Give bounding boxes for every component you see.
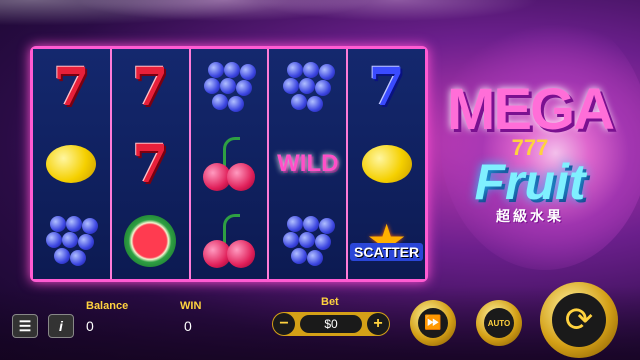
grapes-symbol: [279, 58, 337, 116]
reel-cell: WILD: [269, 126, 346, 203]
spin-arrows-icon: ⟳: [552, 293, 606, 347]
reel-cell: 7: [112, 126, 189, 203]
reel-cell: 7: [33, 49, 110, 126]
reel-cell: [269, 49, 346, 126]
logo-fruit: Fruit: [474, 154, 586, 210]
spin-button[interactable]: ⟳: [540, 282, 618, 358]
red-seven-symbol: 7: [132, 133, 169, 195]
balance-label: Balance: [86, 300, 129, 312]
bet-decrease-button[interactable]: −: [273, 313, 295, 335]
reel-grid: 7 7 7 WILD 7 ★ SCATTER: [30, 46, 428, 282]
win-value: 0: [184, 318, 192, 334]
auto-label: AUTO: [487, 318, 511, 328]
bet-value: $0: [300, 315, 362, 333]
reel-cell: [191, 202, 268, 279]
grapes-symbol: [200, 58, 258, 116]
reel-cell: 7: [348, 49, 425, 126]
reel-4: WILD: [267, 49, 347, 279]
reel-cell: [269, 202, 346, 279]
auto-icon: AUTO: [484, 308, 514, 338]
reel-3: [188, 49, 268, 279]
red-seven-symbol: 7: [132, 56, 169, 118]
scatter-label: SCATTER: [350, 242, 424, 261]
cherries-symbol: [201, 135, 257, 193]
grapes-symbol: [42, 212, 100, 270]
watermelon-symbol: [124, 214, 177, 267]
info-icon: i: [59, 318, 63, 334]
game-logo: MEGA 777 Fruit 超級水果: [440, 77, 620, 226]
logo-mega: MEGA: [447, 77, 615, 142]
reel-cell: ★ SCATTER: [348, 202, 425, 279]
reel-cell: [191, 126, 268, 203]
blue-seven-symbol: 7: [368, 56, 405, 118]
win-label: WIN: [180, 300, 202, 312]
wild-symbol: WILD: [277, 150, 339, 177]
cherries-symbol: [201, 212, 257, 270]
menu-icon: ☰: [18, 317, 32, 334]
logo-chinese: 超級水果: [496, 209, 564, 225]
scatter-symbol: ★ SCATTER: [350, 218, 424, 264]
balance-value: 0: [86, 318, 94, 334]
info-button[interactable]: i: [48, 314, 74, 338]
reel-cell: [112, 202, 189, 279]
reel-2: 7 7: [109, 49, 189, 279]
lemon-symbol: [361, 145, 412, 183]
bet-increase-button[interactable]: +: [367, 313, 389, 335]
reel-1: 7: [33, 49, 110, 279]
bet-control: − $0 +: [272, 312, 390, 336]
reel-cell: [191, 49, 268, 126]
reel-cell: [348, 126, 425, 203]
reel-cell: 7: [112, 49, 189, 126]
reel-cell: [33, 202, 110, 279]
lemon-symbol: [46, 145, 97, 183]
menu-button[interactable]: ☰: [12, 314, 38, 338]
reel-5: 7 ★ SCATTER: [346, 49, 425, 279]
bet-label: Bet: [321, 296, 339, 308]
fast-forward-icon: ⏩: [418, 308, 448, 338]
autoplay-button[interactable]: AUTO: [476, 300, 522, 346]
turbo-button[interactable]: ⏩: [410, 300, 456, 346]
red-seven-symbol: 7: [53, 56, 90, 118]
grapes-symbol: [279, 212, 337, 270]
reel-cell: [33, 126, 110, 203]
